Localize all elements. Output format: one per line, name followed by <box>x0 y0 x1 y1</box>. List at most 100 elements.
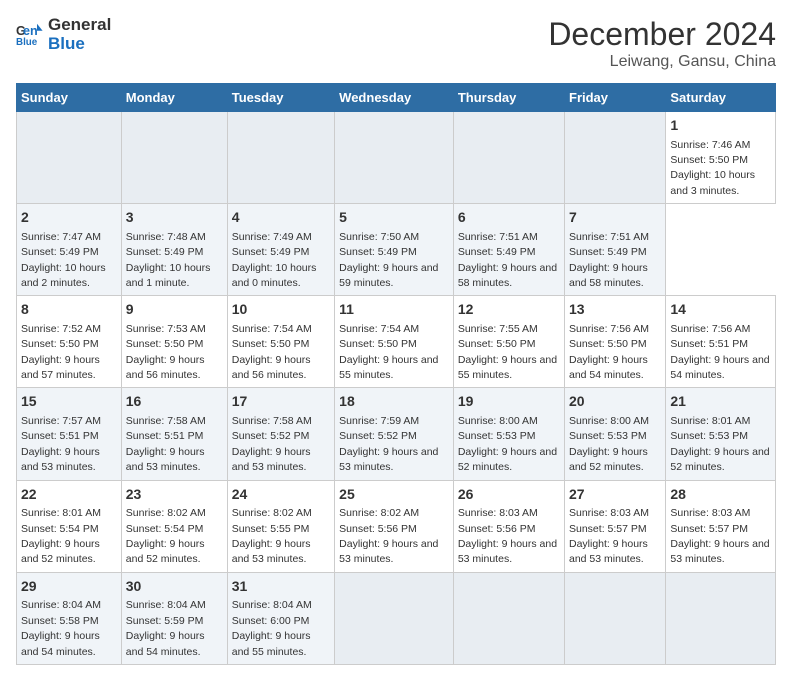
day-cell: 26Sunrise: 8:03 AMSunset: 5:56 PMDayligh… <box>453 480 564 572</box>
day-number: 31 <box>232 577 330 597</box>
day-number: 4 <box>232 208 330 228</box>
day-info: Sunrise: 7:58 AMSunset: 5:51 PMDaylight:… <box>126 415 206 473</box>
day-info: Sunrise: 8:01 AMSunset: 5:54 PMDaylight:… <box>21 507 101 565</box>
empty-cell <box>335 572 454 664</box>
logo-line2: Blue <box>48 35 111 54</box>
day-cell: 19 Sunrise: 8:00 AMSunset: 5:53 PMDayligh… <box>453 388 564 480</box>
day-info: Sunrise: 8:02 AMSunset: 5:56 PMDaylight:… <box>339 507 438 565</box>
empty-cell <box>565 572 666 664</box>
day-cell: 14Sunrise: 7:56 AMSunset: 5:51 PMDayligh… <box>666 296 776 388</box>
day-number: 29 <box>21 577 117 597</box>
page-header: G en Blue General Blue December 2024 Lei… <box>16 16 776 71</box>
day-number: 19 <box>458 392 560 412</box>
header-wednesday: Wednesday <box>335 84 454 112</box>
day-number: 7 <box>569 208 661 228</box>
day-cell: 25Sunrise: 8:02 AMSunset: 5:56 PMDayligh… <box>335 480 454 572</box>
day-cell: 3 Sunrise: 7:48 AMSunset: 5:49 PMDaylight… <box>121 204 227 296</box>
day-cell: 20 Sunrise: 8:00 AMSunset: 5:53 PMDayligh… <box>565 388 666 480</box>
day-number: 10 <box>232 300 330 320</box>
empty-cell <box>453 572 564 664</box>
day-number: 26 <box>458 485 560 505</box>
header-sunday: Sunday <box>17 84 122 112</box>
header-saturday: Saturday <box>666 84 776 112</box>
day-number: 16 <box>126 392 223 412</box>
day-number: 1 <box>670 116 771 136</box>
day-cell: 21Sunrise: 8:01 AMSunset: 5:53 PMDayligh… <box>666 388 776 480</box>
day-cell: 15 Sunrise: 7:57 AMSunset: 5:51 PMDayligh… <box>17 388 122 480</box>
day-cell: 18Sunrise: 7:59 AMSunset: 5:52 PMDayligh… <box>335 388 454 480</box>
day-info: Sunrise: 7:48 AMSunset: 5:49 PMDaylight:… <box>126 231 211 289</box>
logo: G en Blue General Blue <box>16 16 111 53</box>
empty-cell <box>17 112 122 204</box>
day-info: Sunrise: 8:02 AMSunset: 5:55 PMDaylight:… <box>232 507 312 565</box>
day-cell: 7 Sunrise: 7:51 AMSunset: 5:49 PMDaylight… <box>565 204 666 296</box>
title-block: December 2024 Leiwang, Gansu, China <box>548 16 776 71</box>
day-number: 12 <box>458 300 560 320</box>
empty-cell <box>666 572 776 664</box>
day-info: Sunrise: 7:47 AMSunset: 5:49 PMDaylight:… <box>21 231 106 289</box>
day-number: 9 <box>126 300 223 320</box>
day-cell: 31Sunrise: 8:04 AMSunset: 6:00 PMDayligh… <box>227 572 334 664</box>
day-cell: 22Sunrise: 8:01 AMSunset: 5:54 PMDayligh… <box>17 480 122 572</box>
day-number: 8 <box>21 300 117 320</box>
day-number: 18 <box>339 392 449 412</box>
logo-line1: General <box>48 16 111 35</box>
day-number: 22 <box>21 485 117 505</box>
week-row-2: 8 Sunrise: 7:52 AMSunset: 5:50 PMDaylight… <box>17 296 776 388</box>
day-cell: 27Sunrise: 8:03 AMSunset: 5:57 PMDayligh… <box>565 480 666 572</box>
day-number: 25 <box>339 485 449 505</box>
day-info: Sunrise: 7:46 AMSunset: 5:50 PMDaylight:… <box>670 139 755 197</box>
page-subtitle: Leiwang, Gansu, China <box>548 53 776 71</box>
calendar-header-row: SundayMondayTuesdayWednesdayThursdayFrid… <box>17 84 776 112</box>
page-title: December 2024 <box>548 16 776 53</box>
week-row-4: 22Sunrise: 8:01 AMSunset: 5:54 PMDayligh… <box>17 480 776 572</box>
day-cell: 12 Sunrise: 7:55 AMSunset: 5:50 PMDayligh… <box>453 296 564 388</box>
day-info: Sunrise: 7:57 AMSunset: 5:51 PMDaylight:… <box>21 415 101 473</box>
day-info: Sunrise: 8:00 AMSunset: 5:53 PMDaylight:… <box>569 415 649 473</box>
day-number: 30 <box>126 577 223 597</box>
day-number: 2 <box>21 208 117 228</box>
day-cell: 1 Sunrise: 7:46 AMSunset: 5:50 PMDaylight… <box>666 112 776 204</box>
day-cell: 23Sunrise: 8:02 AMSunset: 5:54 PMDayligh… <box>121 480 227 572</box>
day-cell: 9Sunrise: 7:53 AMSunset: 5:50 PMDaylight… <box>121 296 227 388</box>
day-info: Sunrise: 8:04 AMSunset: 5:58 PMDaylight:… <box>21 599 101 657</box>
day-info: Sunrise: 7:54 AMSunset: 5:50 PMDaylight:… <box>339 323 438 381</box>
calendar-table: SundayMondayTuesdayWednesdayThursdayFrid… <box>16 83 776 665</box>
day-cell: 17Sunrise: 7:58 AMSunset: 5:52 PMDayligh… <box>227 388 334 480</box>
empty-cell <box>453 112 564 204</box>
week-row-0: 1 Sunrise: 7:46 AMSunset: 5:50 PMDaylight… <box>17 112 776 204</box>
day-cell: 4Sunrise: 7:49 AMSunset: 5:49 PMDaylight… <box>227 204 334 296</box>
week-row-5: 29Sunrise: 8:04 AMSunset: 5:58 PMDayligh… <box>17 572 776 664</box>
day-number: 15 <box>21 392 117 412</box>
day-cell: 29Sunrise: 8:04 AMSunset: 5:58 PMDayligh… <box>17 572 122 664</box>
day-info: Sunrise: 8:04 AMSunset: 5:59 PMDaylight:… <box>126 599 206 657</box>
day-info: Sunrise: 8:00 AMSunset: 5:53 PMDaylight:… <box>458 415 557 473</box>
day-cell: 13Sunrise: 7:56 AMSunset: 5:50 PMDayligh… <box>565 296 666 388</box>
day-info: Sunrise: 8:04 AMSunset: 6:00 PMDaylight:… <box>232 599 312 657</box>
day-cell: 10Sunrise: 7:54 AMSunset: 5:50 PMDayligh… <box>227 296 334 388</box>
day-info: Sunrise: 7:56 AMSunset: 5:50 PMDaylight:… <box>569 323 649 381</box>
day-number: 3 <box>126 208 223 228</box>
empty-cell <box>335 112 454 204</box>
day-info: Sunrise: 8:03 AMSunset: 5:56 PMDaylight:… <box>458 507 557 565</box>
day-info: Sunrise: 7:55 AMSunset: 5:50 PMDaylight:… <box>458 323 557 381</box>
day-info: Sunrise: 7:51 AMSunset: 5:49 PMDaylight:… <box>569 231 649 289</box>
day-number: 21 <box>670 392 771 412</box>
header-tuesday: Tuesday <box>227 84 334 112</box>
day-number: 23 <box>126 485 223 505</box>
header-friday: Friday <box>565 84 666 112</box>
day-cell: 28Sunrise: 8:03 AMSunset: 5:57 PMDayligh… <box>666 480 776 572</box>
day-number: 6 <box>458 208 560 228</box>
day-number: 17 <box>232 392 330 412</box>
week-row-1: 2 Sunrise: 7:47 AMSunset: 5:49 PMDaylight… <box>17 204 776 296</box>
day-info: Sunrise: 8:03 AMSunset: 5:57 PMDaylight:… <box>569 507 649 565</box>
day-info: Sunrise: 7:51 AMSunset: 5:49 PMDaylight:… <box>458 231 557 289</box>
day-number: 20 <box>569 392 661 412</box>
day-number: 11 <box>339 300 449 320</box>
day-cell: 11 Sunrise: 7:54 AMSunset: 5:50 PMDayligh… <box>335 296 454 388</box>
day-cell: 24Sunrise: 8:02 AMSunset: 5:55 PMDayligh… <box>227 480 334 572</box>
day-number: 5 <box>339 208 449 228</box>
day-cell: 30Sunrise: 8:04 AMSunset: 5:59 PMDayligh… <box>121 572 227 664</box>
day-info: Sunrise: 7:52 AMSunset: 5:50 PMDaylight:… <box>21 323 101 381</box>
day-number: 14 <box>670 300 771 320</box>
